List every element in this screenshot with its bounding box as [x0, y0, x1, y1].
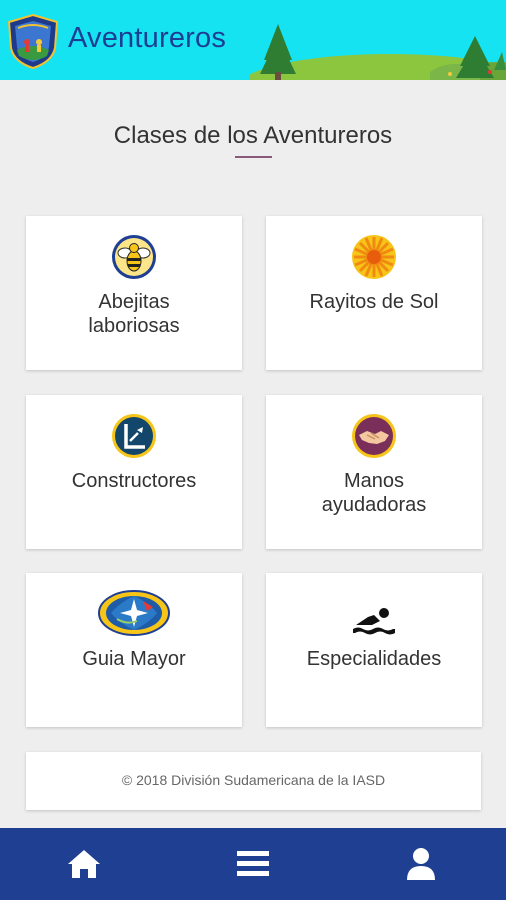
class-card-guia-mayor[interactable]: Guia Mayor	[26, 573, 242, 727]
page-title: Clases de los Aventureros	[113, 122, 393, 149]
forest-scenery-decoration	[250, 24, 506, 80]
bee-icon	[112, 235, 156, 279]
club-logo-icon	[7, 13, 59, 70]
user-icon	[407, 848, 435, 880]
class-label-line2: laboriosas	[88, 315, 180, 337]
class-label-line1: Rayitos de Sol	[309, 291, 439, 313]
menu-icon	[237, 851, 269, 876]
class-label-line1: Especialidades	[306, 648, 442, 670]
bottom-navigation-bar	[0, 828, 506, 900]
class-card-especialidades[interactable]: Especialidades	[266, 573, 482, 727]
home-button[interactable]	[64, 844, 104, 884]
class-card-constructores[interactable]: Constructores	[26, 395, 242, 549]
class-label-line1: Constructores	[71, 470, 197, 492]
class-card-rayitos-de-sol[interactable]: Rayitos de Sol	[266, 216, 482, 370]
builder-icon	[112, 414, 156, 458]
menu-button[interactable]	[233, 844, 273, 884]
class-label-line2: ayudadoras	[321, 494, 427, 516]
class-label-line1: Guia Mayor	[82, 648, 186, 670]
swimmer-icon	[353, 608, 395, 635]
class-card-manos-ayudadoras[interactable]: Manos ayudadoras	[266, 395, 482, 549]
app-header: Aventureros	[0, 0, 506, 80]
master-guide-emblem-icon	[98, 590, 170, 636]
class-card-abejitas-laboriosas[interactable]: Abejitas laboriosas	[26, 216, 242, 370]
sun-rays-icon	[352, 235, 396, 279]
handshake-icon	[352, 414, 396, 458]
class-label-line1: Manos	[343, 470, 405, 492]
app-title: Aventureros	[68, 22, 227, 54]
title-underline	[235, 156, 272, 158]
copyright-text: © 2018 División Sudamericana de la IASD	[121, 772, 386, 788]
profile-button[interactable]	[401, 844, 441, 884]
home-icon	[68, 850, 100, 878]
class-label-line1: Abejitas	[98, 291, 170, 313]
copyright-card: © 2018 División Sudamericana de la IASD	[26, 752, 481, 810]
